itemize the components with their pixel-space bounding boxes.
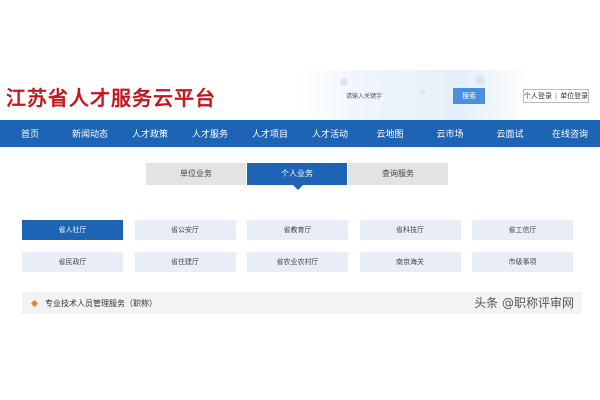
nav-item-online-consult[interactable]: 在线咨询 (540, 127, 600, 140)
main-nav: 首页 新闻动态 人才政策 人才服务 人才项目 人才活动 云地图 云市场 云面试 … (0, 120, 600, 147)
search-input[interactable] (340, 88, 448, 104)
dept-button[interactable]: 省教育厅 (247, 220, 348, 240)
dept-button[interactable]: 省农业农村厅 (247, 252, 348, 272)
dept-button[interactable]: 省工信厅 (472, 220, 573, 240)
site-title[interactable]: 江苏省人才服务云平台 (6, 82, 216, 111)
personal-login-link[interactable]: 个人登录 (524, 91, 552, 101)
nav-item-services[interactable]: 人才服务 (180, 127, 240, 140)
header: 江苏省人才服务云平台 搜索 个人登录 | 单位登录 (0, 0, 600, 120)
nav-item-projects[interactable]: 人才项目 (240, 127, 300, 140)
dept-button[interactable]: 省科技厅 (359, 220, 461, 240)
nav-item-cloud-map[interactable]: 云地图 (360, 127, 420, 140)
nav-item-policy[interactable]: 人才政策 (120, 127, 180, 140)
nav-item-cloud-interview[interactable]: 云面试 (480, 127, 540, 140)
dept-button[interactable]: 市级事项 (472, 252, 573, 272)
search-button[interactable]: 搜索 (453, 88, 485, 104)
dept-button[interactable]: 省住建厅 (134, 252, 236, 272)
login-separator: | (554, 92, 558, 100)
service-label: 专业技术人员管理服务（职称） (45, 298, 157, 308)
dept-button[interactable]: 省公安厅 (134, 220, 236, 240)
login-links: 个人登录 | 单位登录 (523, 89, 589, 103)
watermark: 头条 @职称评审网 (474, 296, 574, 310)
dept-button[interactable]: 省民政厅 (22, 252, 123, 272)
dept-button[interactable]: 南京海关 (359, 252, 461, 272)
tab-query-services[interactable]: 查询服务 (348, 163, 448, 185)
department-grid: 省人社厅 省公安厅 省教育厅 省科技厅 省工信厅 省民政厅 省住建厅 省农业农村… (22, 220, 574, 272)
diamond-bullet-icon (30, 299, 39, 307)
unit-login-link[interactable]: 单位登录 (560, 91, 588, 101)
nav-item-news[interactable]: 新闻动态 (60, 127, 120, 140)
tab-personal-business[interactable]: 个人业务 (247, 163, 347, 190)
nav-item-home[interactable]: 首页 (0, 127, 60, 140)
service-row[interactable]: 专业技术人员管理服务（职称） 头条 @职称评审网 (22, 292, 582, 314)
nav-item-cloud-market[interactable]: 云市场 (420, 127, 480, 140)
tab-unit-business[interactable]: 单位业务 (146, 163, 246, 185)
dept-button[interactable]: 省人社厅 (22, 220, 123, 240)
nav-item-activities[interactable]: 人才活动 (300, 127, 360, 140)
business-tabs: 单位业务 个人业务 查询服务 (146, 163, 449, 190)
